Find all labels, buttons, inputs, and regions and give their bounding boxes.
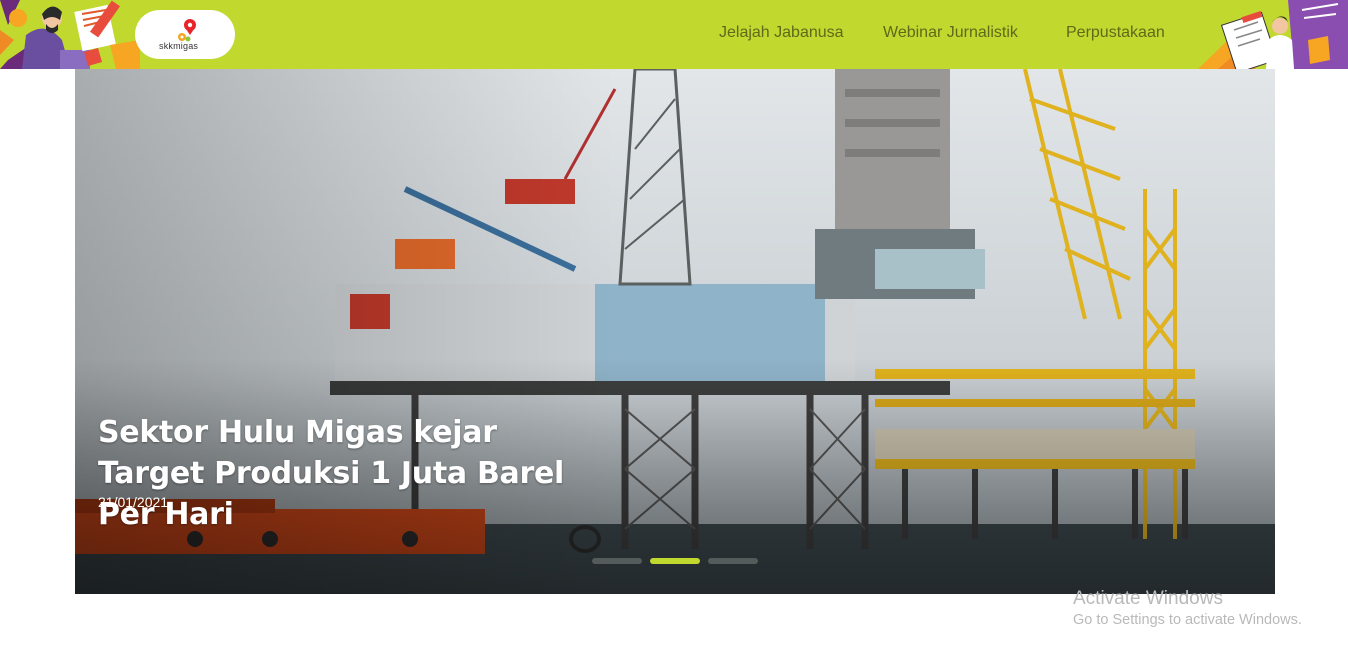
slider-dot-1[interactable] — [592, 558, 642, 564]
nav-link-webinar-jurnalistik[interactable]: Webinar Jurnalistik — [883, 24, 1018, 42]
slider-dot-2-active[interactable] — [650, 558, 700, 564]
header-illustration-left — [0, 0, 140, 69]
header-illustration-right — [1198, 0, 1348, 69]
logo-text: skkmigas — [159, 41, 199, 51]
windows-activation-subtitle: Go to Settings to activate Windows. — [1073, 612, 1302, 628]
nav-link-perpustakaan[interactable]: Perpustakaan — [1066, 24, 1165, 42]
windows-activation-title: Activate Windows — [1073, 588, 1223, 609]
skkmigas-logo-icon — [178, 19, 196, 42]
hero-date: 21/01/2021 — [98, 494, 169, 510]
slider-dot-3[interactable] — [708, 558, 758, 564]
nav-link-jelajah-jabanusa[interactable]: Jelajah Jabanusa — [719, 24, 844, 42]
top-navigation-bar: skkmigas Jelajah Jabanusa Webinar Jurnal… — [0, 0, 1348, 69]
hero-headline[interactable]: Sektor Hulu Migas kejar Target Produksi … — [98, 412, 568, 535]
